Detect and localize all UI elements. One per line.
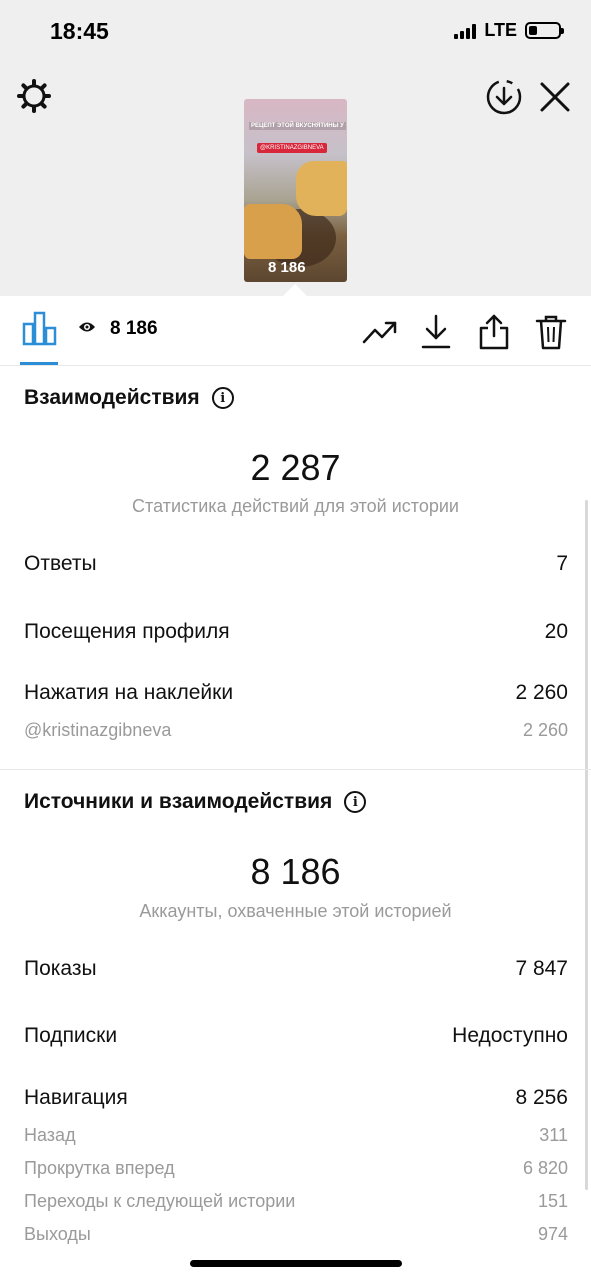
stat-value: 311 bbox=[539, 1125, 568, 1145]
stat-row-sticker-taps: Нажатия на наклейки 2 260 bbox=[24, 681, 568, 705]
interactions-title: Взаимодействия i bbox=[24, 386, 234, 410]
stat-value: 6 820 bbox=[522, 1158, 568, 1178]
views-counter: 8 186 bbox=[78, 318, 158, 340]
share-icon[interactable] bbox=[478, 314, 510, 355]
trend-icon[interactable] bbox=[362, 314, 398, 353]
interactions-total: 2 287 bbox=[250, 447, 341, 488]
scrollbar[interactable] bbox=[585, 500, 588, 1190]
battery-icon bbox=[525, 22, 564, 39]
signal-icon bbox=[454, 23, 477, 39]
mention-sticker: @KRISTINAZGIBNEVA bbox=[257, 143, 327, 153]
stat-row-profile-visits: Посещения профиля 20 bbox=[24, 620, 568, 644]
thumbnail-view-count: 8 186 bbox=[268, 259, 306, 276]
selection-pointer bbox=[283, 284, 307, 296]
stat-label: Подписки bbox=[24, 1024, 118, 1047]
info-icon[interactable]: i bbox=[211, 387, 234, 409]
close-icon[interactable] bbox=[538, 80, 572, 119]
interactions-title-text: Взаимодействия bbox=[24, 386, 200, 409]
active-tab-indicator bbox=[20, 362, 58, 365]
interactions-subtitle: Статистика действий для этой истории bbox=[132, 496, 459, 516]
stat-label: @kristinazgibneva bbox=[24, 720, 172, 740]
home-indicator[interactable] bbox=[190, 1260, 402, 1267]
bar-chart-icon[interactable] bbox=[22, 310, 58, 351]
story-caption: РЕЦЕПТ ЭТОЙ ВКУСНЯТИНЫ У bbox=[249, 122, 346, 130]
stat-label: Выходы bbox=[24, 1224, 91, 1244]
thumbnail-pie bbox=[244, 204, 302, 259]
stat-row-navigation: Навигация 8 256 bbox=[24, 1086, 568, 1110]
download-circle-icon[interactable] bbox=[485, 78, 523, 121]
discovery-title: Источники и взаимодействия i bbox=[24, 790, 367, 814]
section-divider bbox=[0, 769, 591, 770]
network-label: LTE bbox=[484, 20, 517, 40]
gear-icon[interactable] bbox=[16, 78, 52, 119]
stats-toolbar: 8 186 bbox=[0, 296, 591, 366]
stat-row-impressions: Показы 7 847 bbox=[24, 957, 568, 981]
stat-value: 2 260 bbox=[522, 720, 568, 740]
stat-row-exits: Выходы 974 bbox=[24, 1224, 568, 1245]
stat-value: Недоступно bbox=[452, 1024, 568, 1047]
stat-label: Переходы к следующей истории bbox=[24, 1191, 296, 1211]
discovery-subtitle: Аккаунты, охваченные этой историей bbox=[139, 901, 452, 921]
stat-value: 8 256 bbox=[515, 1086, 568, 1109]
views-count: 8 186 bbox=[110, 318, 158, 339]
stat-label: Ответы bbox=[24, 552, 97, 575]
stat-row-next-story: Переходы к следующей истории 151 bbox=[24, 1191, 568, 1212]
stat-label: Назад bbox=[24, 1125, 76, 1145]
info-icon[interactable]: i bbox=[344, 791, 367, 813]
stat-value: 974 bbox=[537, 1224, 568, 1244]
stat-label: Нажатия на наклейки bbox=[24, 681, 234, 704]
discovery-total: 8 186 bbox=[250, 851, 341, 892]
trash-icon[interactable] bbox=[535, 314, 567, 355]
stat-label: Показы bbox=[24, 957, 97, 980]
download-icon[interactable] bbox=[420, 314, 452, 355]
eye-icon bbox=[78, 320, 96, 339]
stat-row-back: Назад 311 bbox=[24, 1125, 568, 1146]
story-thumbnail[interactable]: РЕЦЕПТ ЭТОЙ ВКУСНЯТИНЫ У @KRISTINAZGIBNE… bbox=[244, 99, 347, 282]
status-indicators: LTE bbox=[454, 20, 564, 41]
stat-row-follows: Подписки Недоступно bbox=[24, 1024, 568, 1048]
stat-value: 2 260 bbox=[515, 681, 568, 704]
stat-label: Прокрутка вперед bbox=[24, 1158, 175, 1178]
stat-label: Посещения профиля bbox=[24, 620, 230, 643]
stat-label: Навигация bbox=[24, 1086, 128, 1109]
discovery-title-text: Источники и взаимодействия bbox=[24, 790, 333, 813]
status-time: 18:45 bbox=[50, 18, 109, 44]
stat-row-forward: Прокрутка вперед 6 820 bbox=[24, 1158, 568, 1179]
thumbnail-pie bbox=[296, 161, 347, 216]
stat-value: 7 847 bbox=[515, 957, 568, 980]
stat-row-sticker-mention: @kristinazgibneva 2 260 bbox=[24, 720, 568, 741]
stat-value: 7 bbox=[556, 552, 568, 575]
stat-value: 20 bbox=[544, 620, 568, 643]
stat-row-replies: Ответы 7 bbox=[24, 552, 568, 576]
stat-value: 151 bbox=[537, 1191, 568, 1211]
story-header: 18:45 LTE РЕЦЕПТ ЭТОЙ ВКУСНЯТИНЫ У @KRIS… bbox=[0, 0, 591, 296]
